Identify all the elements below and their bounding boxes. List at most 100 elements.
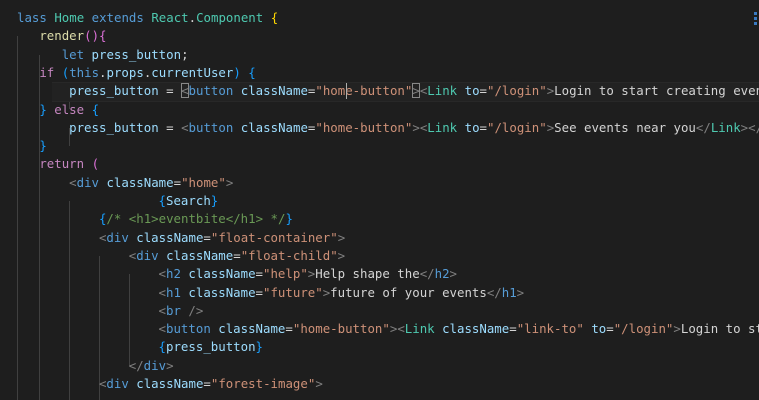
code-token: className	[240, 83, 308, 99]
code-token: =	[203, 376, 211, 391]
code-token: .	[188, 10, 197, 25]
code-token: </	[695, 119, 711, 135]
code-token: </	[128, 357, 144, 373]
code-token: h1	[501, 284, 517, 300]
code-line[interactable]: <div className="float-child">	[129, 247, 345, 265]
code-line[interactable]: <div className="float-container">	[99, 229, 345, 247]
code-token: else	[54, 101, 92, 117]
code-token: >	[412, 119, 420, 135]
code-line[interactable]: }	[39, 137, 46, 155]
code-token: button	[188, 119, 234, 135]
code-line[interactable]: </div>	[129, 357, 174, 375]
code-token: =	[606, 321, 614, 337]
minimap-markers	[753, 10, 759, 50]
code-token: press_button	[69, 83, 159, 99]
code-token: }	[285, 211, 293, 227]
code-token: }	[39, 138, 47, 154]
code-token: }	[255, 339, 264, 355]
code-line[interactable]: <h2 className="help">Help shape the</h2>	[159, 265, 457, 283]
code-token: </	[486, 284, 502, 300]
code-token: (	[91, 156, 100, 172]
code-token: div	[143, 357, 167, 373]
code-token: this	[69, 64, 100, 80]
code-token: className	[240, 119, 308, 135]
code-token: className	[188, 266, 256, 282]
code-token: future of your events	[330, 284, 487, 300]
code-token: to	[464, 83, 480, 99]
code-line[interactable]: {press_button}	[159, 338, 263, 356]
code-token: <	[158, 321, 167, 337]
code-token: className	[136, 376, 204, 391]
code-line[interactable]: <br />	[159, 302, 204, 320]
code-line[interactable]: press_button = <button className = "home-b…	[69, 119, 759, 137]
code-token: <	[158, 266, 167, 282]
code-line[interactable]: {Search}	[159, 192, 219, 210]
code-token: ()	[84, 28, 100, 44]
code-token: =	[255, 284, 264, 300]
code-token: "home-button"	[292, 321, 390, 337]
code-line[interactable]: render(){	[39, 27, 106, 45]
code-token: {	[158, 339, 167, 355]
code-token: h1	[166, 284, 181, 300]
code-token: div	[106, 229, 129, 245]
code-token: "float-child"	[240, 247, 338, 263]
code-token: "forest-image"	[210, 376, 316, 391]
indent-guide	[128, 274, 130, 366]
code-token: press_button	[91, 46, 182, 62]
code-token: >	[166, 357, 174, 373]
code-line[interactable]: <div className="home">	[69, 174, 233, 192]
code-token: =	[158, 119, 182, 135]
code-token: =	[479, 83, 487, 99]
code-token: Search	[166, 193, 211, 208]
code-token: className	[188, 284, 256, 300]
code-token: >	[412, 83, 420, 99]
code-token: "link-to"	[516, 321, 584, 337]
code-token: button	[166, 321, 211, 337]
code-token: br	[166, 302, 181, 318]
code-token: /* <h1>eventbite</h1> */	[106, 211, 286, 227]
indent-guide	[17, 36, 18, 400]
code-token: h2	[166, 266, 181, 282]
code-token: See events near you	[554, 119, 696, 135]
code-token: =	[203, 229, 211, 245]
code-token: {	[270, 10, 279, 25]
code-token: h2	[434, 266, 450, 282]
code-line[interactable]: if (this.props.currentUser) {	[39, 64, 255, 82]
code-line[interactable]: lass Home extends React.Component {	[17, 9, 278, 27]
code-editor[interactable]: lass Home extends React.Component {rende…	[0, 0, 759, 400]
code-token: ;	[181, 46, 189, 62]
code-token: {	[158, 193, 167, 208]
code-token: =	[255, 266, 264, 282]
code-token: {	[248, 64, 256, 80]
code-line[interactable]: let press_button;	[62, 46, 189, 64]
code-token: let	[61, 46, 92, 62]
code-token: =	[158, 83, 182, 99]
code-token: extends	[91, 10, 152, 25]
code-line[interactable]: <div className="forest-image">	[99, 375, 323, 393]
code-token: .	[99, 64, 107, 80]
code-token: render	[39, 28, 85, 44]
code-token: className	[106, 174, 174, 190]
code-token: <	[69, 174, 77, 190]
code-line[interactable]: } else {	[39, 101, 99, 119]
code-token: }	[39, 101, 55, 117]
code-token: lass	[17, 10, 55, 25]
code-token: "home-button"	[315, 83, 413, 99]
code-line[interactable]: <h1 className="future">future of your ev…	[159, 284, 525, 302]
code-token: div	[76, 174, 99, 190]
code-line[interactable]: return (	[39, 155, 99, 173]
code-token: <	[158, 284, 167, 300]
code-token: className	[166, 247, 234, 263]
code-line[interactable]: <button className="home-button"><Link cl…	[159, 320, 759, 338]
code-token: {	[91, 101, 100, 117]
code-token: Home	[54, 10, 92, 25]
code-token: className	[218, 321, 286, 337]
code-token: className	[442, 321, 510, 337]
code-line[interactable]: {/* <h1>eventbite</h1> */}	[99, 210, 293, 228]
code-line[interactable]: press_button = <button className = "home-b…	[52, 82, 759, 103]
code-token: "help"	[263, 266, 308, 282]
code-token: Component	[196, 10, 271, 25]
code-token: if	[39, 64, 62, 80]
code-token: <	[158, 302, 167, 318]
